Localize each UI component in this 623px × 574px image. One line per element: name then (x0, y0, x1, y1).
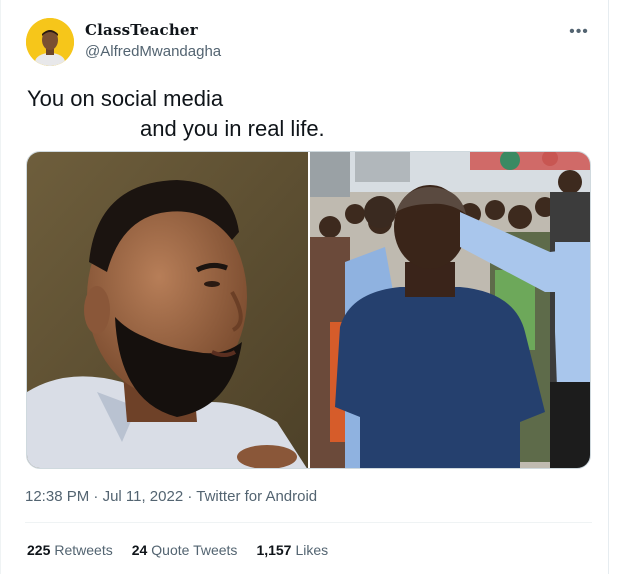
quote-tweets-count: 24 (131, 542, 148, 558)
quote-tweets-stat[interactable]: 24 Quote Tweets (132, 542, 238, 558)
likes-stat[interactable]: 1,157 Likes (256, 542, 328, 558)
portrait-photo[interactable] (27, 152, 308, 469)
tweet-card: ClassTeacher @AlfredMwandagha ••• You on… (0, 0, 609, 574)
avatar-image (26, 18, 74, 66)
crowd-photo[interactable] (310, 152, 591, 469)
quote-tweets-label: Quote Tweets (151, 542, 238, 558)
tweet-media[interactable] (26, 151, 591, 469)
tweet-time[interactable]: 12:38 PM (25, 488, 89, 505)
likes-label: Likes (295, 542, 329, 558)
retweets-label: Retweets (54, 542, 113, 558)
meta-separator: · (187, 488, 193, 505)
likes-count: 1,157 (256, 542, 292, 558)
retweets-count: 225 (27, 542, 51, 558)
tweet-text-line-2: and you in real life. (140, 116, 325, 141)
author-display-name[interactable]: ClassTeacher (85, 21, 198, 39)
author-handle[interactable]: @AlfredMwandagha (85, 43, 221, 60)
meta-separator: · (93, 488, 99, 505)
retweets-stat[interactable]: 225 Retweets (27, 542, 113, 558)
tweet-text-line-1: You on social media (27, 86, 224, 111)
divider (25, 522, 592, 523)
more-horizontal-icon[interactable]: ••• (567, 22, 591, 42)
tweet-date[interactable]: Jul 11, 2022 (103, 488, 184, 505)
tweet-source[interactable]: Twitter for Android (196, 488, 317, 505)
tweet-metadata: 12:38 PM · Jul 11, 2022 · Twitter for An… (25, 488, 317, 505)
tweet-stats: 225 Retweets 24 Quote Tweets 1,157 Likes (27, 542, 347, 558)
avatar[interactable] (26, 18, 74, 66)
